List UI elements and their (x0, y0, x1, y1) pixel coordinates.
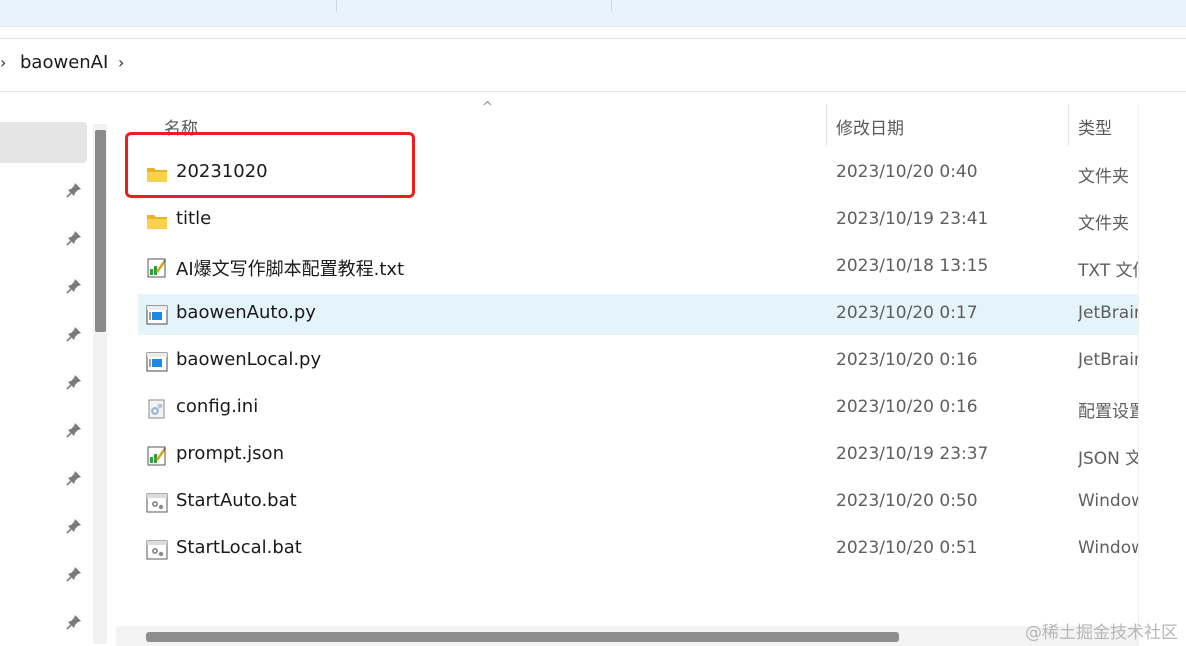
file-modified-date: 2023/10/20 0:17 (836, 303, 978, 323)
file-type: TXT 文件 (1078, 261, 1138, 281)
file-row[interactable]: StartLocal.bat 2023/10/20 0:51 Windows (138, 529, 1138, 570)
file-type: JetBrains (1078, 303, 1138, 323)
pin-icon[interactable] (66, 182, 82, 198)
breadcrumb-folder[interactable]: baowenAI (20, 52, 108, 73)
toolbar-divider (336, 0, 337, 12)
pin-icon[interactable] (66, 470, 82, 486)
file-row[interactable]: AI爆文写作脚本配置教程.txt 2023/10/18 13:15 TXT 文件 (138, 247, 1138, 288)
sort-ascending-icon: ^ (482, 100, 493, 115)
nav-scrollbar-thumb[interactable] (95, 130, 106, 332)
file-name: prompt.json (176, 443, 284, 464)
file-name: baowenAuto.py (176, 302, 316, 323)
pin-icon[interactable] (66, 566, 82, 582)
file-modified-date: 2023/10/20 0:16 (836, 350, 978, 370)
python-file-icon (146, 305, 168, 325)
batch-file-icon (146, 540, 168, 560)
batch-file-icon (146, 493, 168, 513)
chevron-right-icon[interactable]: › (118, 53, 124, 72)
file-modified-date: 2023/10/18 13:15 (836, 256, 989, 276)
file-name: config.ini (176, 396, 259, 417)
file-name: baowenLocal.py (176, 349, 322, 370)
config-file-icon (146, 399, 168, 419)
file-row[interactable]: StartAuto.bat 2023/10/20 0:50 Windows (138, 482, 1138, 523)
file-modified-date: 2023/10/20 0:50 (836, 491, 978, 511)
pin-icon[interactable] (66, 230, 82, 246)
folder-icon (146, 211, 168, 231)
file-modified-date: 2023/10/19 23:37 (836, 444, 989, 464)
file-row[interactable]: prompt.json 2023/10/19 23:37 JSON 文件 (138, 435, 1138, 476)
annotation-highlight-box (125, 132, 415, 198)
column-divider[interactable] (1068, 104, 1069, 146)
column-header-date[interactable]: 修改日期 (836, 114, 904, 139)
pin-icon[interactable] (66, 518, 82, 534)
file-type: 配置设置 (1078, 402, 1138, 422)
python-file-icon (146, 352, 168, 372)
file-type: Windows (1078, 538, 1138, 558)
nav-selected-item[interactable] (0, 122, 87, 163)
top-toolbar (0, 0, 1186, 27)
column-divider[interactable] (826, 104, 827, 146)
file-type: Windows (1078, 491, 1138, 511)
navigation-pane (0, 104, 117, 646)
file-row[interactable]: baowenAuto.py 2023/10/20 0:17 JetBrains (138, 294, 1138, 335)
toolbar-divider (611, 0, 612, 12)
pin-icon[interactable] (66, 422, 82, 438)
pin-icon[interactable] (66, 278, 82, 294)
file-modified-date: 2023/10/20 0:40 (836, 162, 978, 182)
file-modified-date: 2023/10/20 0:51 (836, 538, 978, 558)
pin-icon[interactable] (66, 614, 82, 630)
text-file-icon (146, 258, 168, 278)
watermark: @稀土掘金技术社区 (1025, 623, 1178, 643)
file-row[interactable]: config.ini 2023/10/20 0:16 配置设置 (138, 388, 1138, 429)
file-type: JSON 文件 (1078, 449, 1138, 469)
chevron-right-icon[interactable]: › (0, 53, 6, 72)
file-row[interactable]: baowenLocal.py 2023/10/20 0:16 JetBrains (138, 341, 1138, 382)
pin-icon[interactable] (66, 326, 82, 342)
file-type: 文件夹 (1078, 167, 1129, 187)
file-row[interactable]: title 2023/10/19 23:41 文件夹 (138, 200, 1138, 241)
file-modified-date: 2023/10/20 0:16 (836, 397, 978, 417)
file-name: title (176, 208, 212, 229)
file-type: 文件夹 (1078, 214, 1129, 234)
file-type: JetBrains (1078, 350, 1138, 370)
horizontal-scrollbar-thumb[interactable] (146, 632, 899, 642)
file-modified-date: 2023/10/19 23:41 (836, 209, 989, 229)
file-name: StartAuto.bat (176, 490, 297, 511)
file-list: ^ 名称 修改日期 类型 20231020 2023/10/20 0:40 文件夹 t… (116, 100, 1138, 646)
address-bar[interactable]: › baowenAI › (0, 38, 1186, 92)
file-name: AI爆文写作脚本配置教程.txt (176, 259, 405, 280)
column-header-type[interactable]: 类型 (1078, 114, 1112, 139)
pin-icon[interactable] (66, 374, 82, 390)
file-name: StartLocal.bat (176, 537, 302, 558)
text-file-icon (146, 446, 168, 466)
right-empty-area (1138, 104, 1186, 646)
